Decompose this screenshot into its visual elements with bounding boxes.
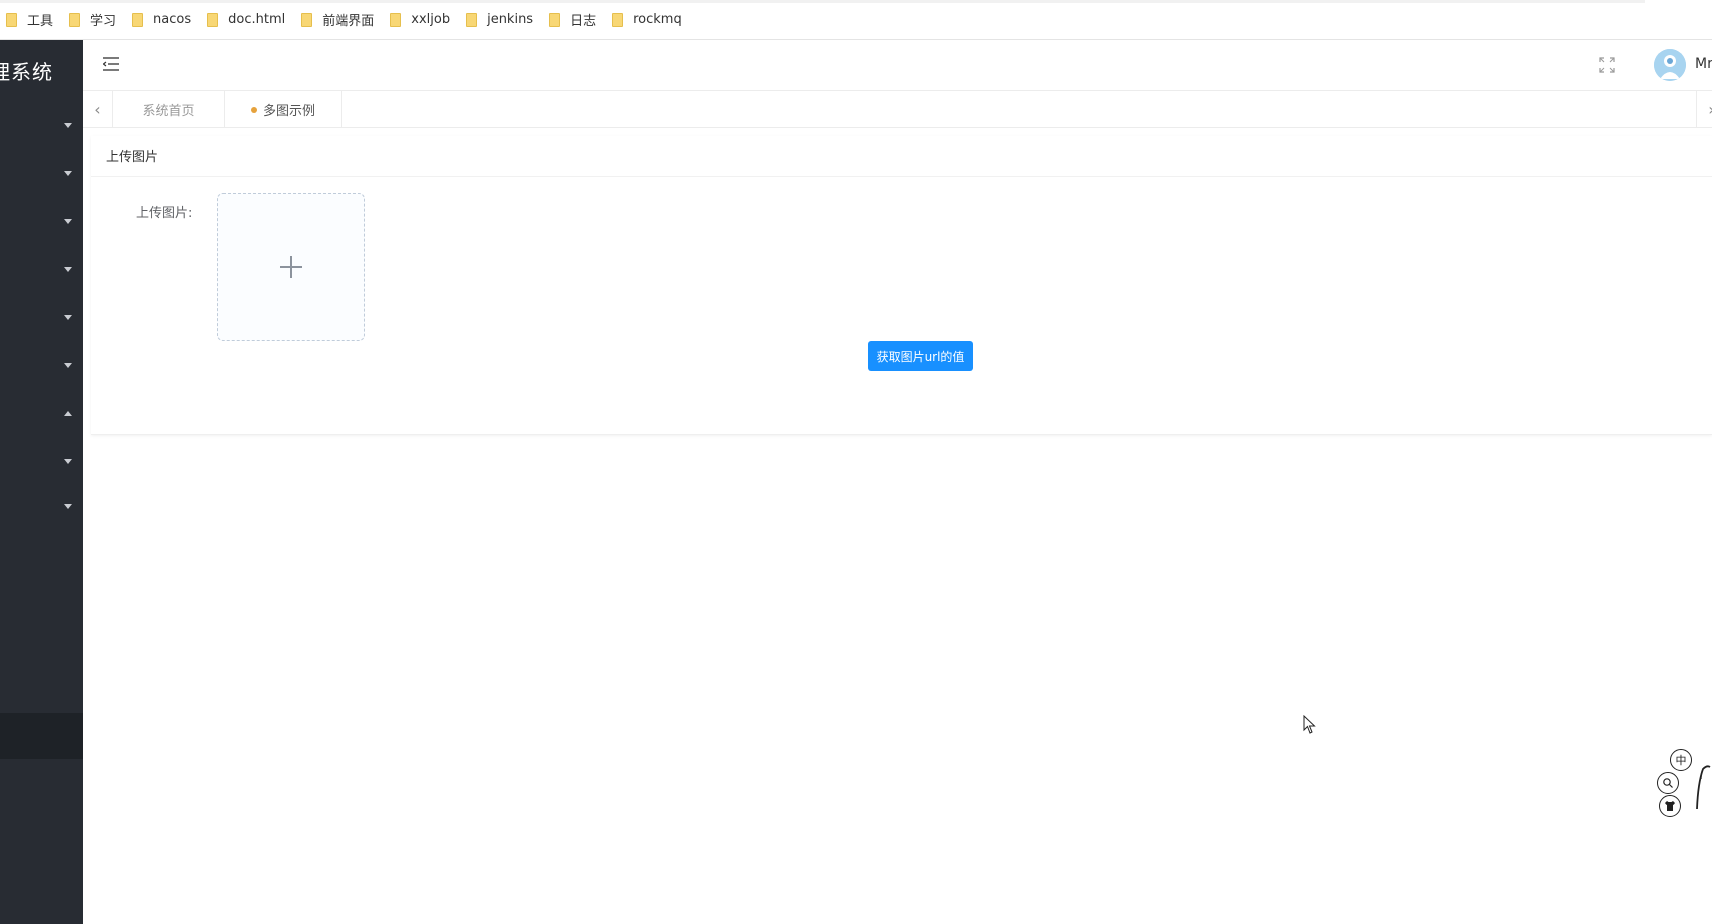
top-header: Mr (83, 40, 1712, 91)
card-divider (91, 176, 1712, 177)
card-title: 上传图片 (106, 150, 159, 165)
search-button[interactable] (1657, 772, 1679, 794)
tab-label: 多图示例 (262, 104, 315, 119)
theme-button[interactable] (1659, 795, 1681, 817)
chevron-down-icon[interactable] (64, 315, 72, 320)
search-icon (1663, 778, 1673, 788)
bookmark-frontend[interactable]: 前端界面 (301, 8, 382, 32)
folder-icon (132, 12, 144, 27)
chevron-down-icon[interactable] (64, 171, 72, 176)
bookmark-nacos[interactable]: nacos (132, 8, 199, 32)
folder-icon (207, 12, 219, 27)
folder-icon (390, 12, 402, 27)
sidebar-brand-title: 理系统 (0, 60, 53, 84)
get-image-url-button[interactable]: 获取图片url的值 (868, 341, 973, 371)
bookmark-study[interactable]: 学习 (69, 8, 124, 32)
chevron-down-icon[interactable] (64, 123, 72, 128)
folder-icon (612, 12, 624, 27)
bookmark-label: 工具 (27, 14, 54, 29)
tags-view-bar: ‹ 系统首页 多图示例 › (83, 91, 1712, 128)
bookmark-label: xxljob (411, 12, 451, 27)
bookmark-label: 前端界面 (322, 14, 375, 29)
upload-card: 上传图片 上传图片: 获取图片url的值 (91, 136, 1712, 435)
user-avatar-icon (1654, 49, 1686, 81)
bookmark-tools[interactable]: 工具 (6, 8, 61, 32)
active-dot-icon (250, 106, 257, 113)
floating-toolbar: 中 (1655, 749, 1712, 817)
shirt-icon (1665, 801, 1675, 811)
bookmark-jenkins[interactable]: jenkins (466, 8, 541, 32)
tabs-scroll-right-button[interactable]: › (1696, 91, 1712, 128)
username[interactable]: Mr (1695, 56, 1712, 72)
bookmark-rockmq[interactable]: rockmq (612, 8, 690, 32)
pen-icon[interactable] (1695, 763, 1712, 811)
language-label: 中 (1675, 754, 1687, 767)
chevron-down-icon[interactable] (64, 267, 72, 272)
upload-field-label: 上传图片: (136, 206, 193, 221)
image-upload-dropzone[interactable] (217, 193, 365, 341)
fullscreen-icon[interactable] (1598, 56, 1616, 74)
avatar[interactable] (1654, 49, 1686, 81)
chevron-down-icon[interactable] (64, 219, 72, 224)
bookmark-doc-html[interactable]: doc.html (207, 8, 293, 32)
tab-multi-image-example[interactable]: 多图示例 (225, 91, 342, 128)
chevron-right-icon: › (1708, 100, 1712, 119)
sidebar: 理系统 (0, 40, 83, 924)
bookmark-label: 日志 (570, 14, 597, 29)
tab-system-home[interactable]: 系统首页 (113, 91, 225, 128)
menu-collapse-icon[interactable] (103, 57, 119, 71)
folder-icon (549, 12, 561, 27)
chevron-down-icon[interactable] (64, 504, 72, 509)
tab-label: 系统首页 (142, 104, 195, 119)
folder-icon (466, 12, 478, 27)
folder-icon (69, 12, 81, 27)
chevron-up-icon[interactable] (64, 411, 72, 416)
plus-icon (280, 256, 302, 278)
sidebar-active-item[interactable] (0, 713, 83, 759)
chevron-down-icon[interactable] (64, 363, 72, 368)
bookmark-label: nacos (153, 12, 192, 27)
bookmark-logs[interactable]: 日志 (549, 8, 604, 32)
folder-icon (6, 12, 17, 27)
bookmark-label: jenkins (487, 12, 534, 27)
bookmark-label: doc.html (228, 12, 286, 27)
language-toggle-button[interactable]: 中 (1670, 749, 1692, 771)
chevron-down-icon[interactable] (64, 459, 72, 464)
bookmark-label: rockmq (633, 12, 682, 27)
bookmarks-bar: 工具 学习 nacos doc.html 前端界面 xxljob jenkins… (0, 0, 1712, 40)
bookmark-label: 学习 (90, 14, 117, 29)
bookmark-xxljob[interactable]: xxljob (390, 8, 458, 32)
tabs-scroll-left-button[interactable]: ‹ (83, 91, 113, 128)
mouse-cursor-icon (1303, 715, 1316, 734)
folder-icon (301, 12, 313, 27)
chevron-left-icon: ‹ (94, 100, 101, 119)
